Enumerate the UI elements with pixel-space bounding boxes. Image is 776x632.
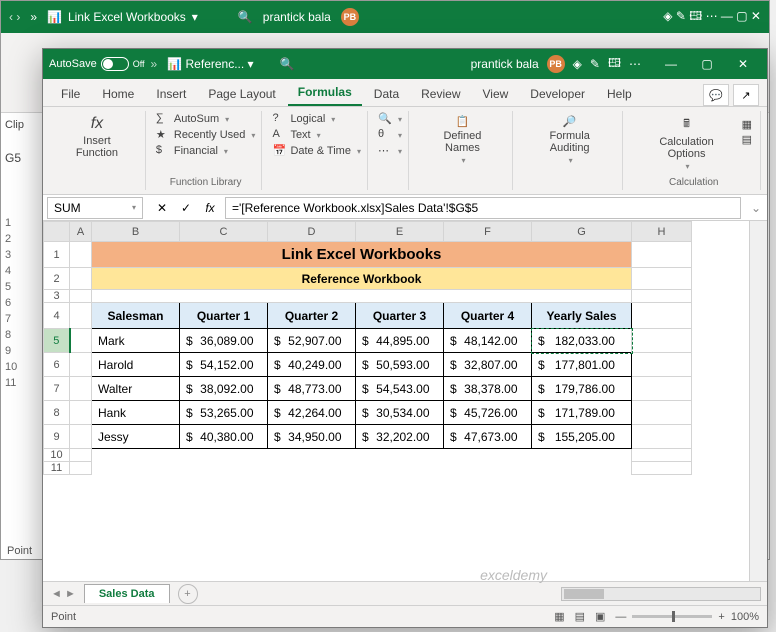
- horizontal-scrollbar[interactable]: [561, 587, 761, 601]
- row-header[interactable]: 4: [44, 303, 70, 329]
- pen-icon[interactable]: ✎: [590, 57, 600, 71]
- autosum-button[interactable]: ∑AutoSum▾: [156, 111, 256, 127]
- vertical-scrollbar[interactable]: [749, 221, 767, 581]
- date-time-button[interactable]: 📅Date & Time▾: [272, 143, 361, 159]
- bg-status: Point: [7, 545, 32, 557]
- autosave-toggle[interactable]: AutoSaveOff: [49, 57, 145, 71]
- bg-avatar[interactable]: PB: [341, 8, 359, 26]
- sheet-tab-bar: ◄ ► Sales Data +: [43, 581, 767, 605]
- lookup-button[interactable]: 🔍▾: [378, 111, 402, 127]
- search-icon[interactable]: 🔍: [280, 57, 295, 71]
- row-header[interactable]: 3: [44, 290, 70, 303]
- ribbon: fxInsert Function ∑AutoSum▾ ★Recently Us…: [43, 107, 767, 195]
- insert-function-button[interactable]: fxInsert Function: [55, 111, 139, 163]
- status-bar: Point ▦ ▤ ▣ — + 100%: [43, 605, 767, 627]
- cancel-formula-button[interactable]: ✕: [151, 197, 173, 219]
- expand-formula-icon[interactable]: ⌄: [745, 201, 767, 215]
- tab-view[interactable]: View: [473, 82, 519, 106]
- fx-button[interactable]: fx: [199, 197, 221, 219]
- selected-cell[interactable]: $182,033.00: [532, 329, 632, 353]
- row-header[interactable]: 5: [44, 329, 70, 353]
- bg-winbtns: ◈ ✎ 🖽 ⋯ — ▢ ✕: [663, 7, 761, 28]
- view-layout-icon[interactable]: ▤: [575, 610, 585, 623]
- title-cell[interactable]: Link Excel Workbooks: [92, 242, 632, 268]
- bg-filename: 📊 Link Excel Workbooks ▾: [47, 10, 198, 24]
- foreground-excel-window: AutoSaveOff » 📊 Referenc... ▾ 🔍 prantick…: [42, 48, 768, 628]
- row-header[interactable]: 10: [44, 449, 70, 462]
- row-header[interactable]: 6: [44, 353, 70, 377]
- defined-names-button[interactable]: 📋Defined Names▾: [419, 111, 506, 169]
- ribbon-tabs: File Home Insert Page Layout Formulas Da…: [43, 79, 767, 107]
- maximize-button[interactable]: ▢: [689, 49, 725, 79]
- view-normal-icon[interactable]: ▦: [554, 610, 564, 623]
- row-header[interactable]: 8: [44, 401, 70, 425]
- function-library-label: Function Library: [156, 177, 256, 190]
- bg-titlebar: ‹ › » 📊 Link Excel Workbooks ▾ 🔍 prantic…: [1, 1, 769, 33]
- view-break-icon[interactable]: ▣: [595, 610, 605, 623]
- financial-button[interactable]: $Financial▾: [156, 143, 256, 159]
- tab-formulas[interactable]: Formulas: [288, 80, 362, 106]
- bg-user: prantick bala: [263, 10, 331, 24]
- status-mode: Point: [51, 611, 76, 623]
- bg-nav-arrows[interactable]: ‹ ›: [9, 10, 20, 24]
- row-header[interactable]: 9: [44, 425, 70, 449]
- diamond-icon[interactable]: ◈: [573, 57, 582, 71]
- formula-bar: SUM▾ ✕ ✓ fx ='[Reference Workbook.xlsx]S…: [43, 195, 767, 221]
- subtitle-cell[interactable]: Reference Workbook: [92, 268, 632, 290]
- more-fn-button[interactable]: ⋯▾: [378, 143, 402, 159]
- tab-review[interactable]: Review: [411, 82, 470, 106]
- logical-button[interactable]: ?Logical▾: [272, 111, 361, 127]
- tab-data[interactable]: Data: [364, 82, 409, 106]
- formula-input[interactable]: ='[Reference Workbook.xlsx]Sales Data'!$…: [225, 197, 741, 219]
- tab-home[interactable]: Home: [92, 82, 144, 106]
- add-sheet-button[interactable]: +: [178, 584, 198, 604]
- calc-options-button[interactable]: 🖩Calculation Options▾: [633, 111, 739, 175]
- calc-now-button[interactable]: ▦: [742, 117, 752, 132]
- text-button[interactable]: AText▾: [272, 127, 361, 143]
- row-header[interactable]: 1: [44, 242, 70, 268]
- share-button[interactable]: ↗: [733, 84, 759, 106]
- spreadsheet-grid[interactable]: ABCDEFGH 1 Link Excel Workbooks 2 Referenc…: [43, 221, 749, 581]
- tab-page-layout[interactable]: Page Layout: [198, 82, 285, 106]
- search-icon[interactable]: 🔍: [238, 10, 253, 24]
- bg-rownums: 1234567891011: [5, 213, 17, 393]
- row-header[interactable]: 7: [44, 377, 70, 401]
- avatar[interactable]: PB: [547, 55, 565, 73]
- row-header[interactable]: 11: [44, 462, 70, 475]
- name-box[interactable]: SUM▾: [47, 197, 143, 219]
- comments-button[interactable]: 💬: [703, 84, 729, 106]
- row-header[interactable]: 2: [44, 268, 70, 290]
- enter-formula-button[interactable]: ✓: [175, 197, 197, 219]
- tab-insert[interactable]: Insert: [146, 82, 196, 106]
- filename: 📊 Referenc... ▾: [167, 57, 253, 71]
- calculation-label: Calculation: [633, 177, 754, 190]
- minimize-button[interactable]: —: [653, 49, 689, 79]
- window-icon[interactable]: 🖽: [608, 54, 621, 75]
- tab-file[interactable]: File: [51, 82, 90, 106]
- calc-sheet-button[interactable]: ▤: [742, 132, 752, 147]
- qat-expand-icon[interactable]: »: [151, 57, 158, 71]
- titlebar: AutoSaveOff » 📊 Referenc... ▾ 🔍 prantick…: [43, 49, 767, 79]
- bg-left-labels: Clip G5: [5, 119, 24, 165]
- sheet-tab[interactable]: Sales Data: [84, 584, 170, 603]
- tab-help[interactable]: Help: [597, 82, 642, 106]
- math-button[interactable]: θ▾: [378, 127, 402, 143]
- tab-developer[interactable]: Developer: [520, 82, 595, 106]
- close-button[interactable]: ✕: [725, 49, 761, 79]
- more-icon[interactable]: ⋯: [629, 57, 641, 71]
- zoom-control[interactable]: — + 100%: [615, 611, 759, 623]
- sheet-nav[interactable]: ◄ ►: [43, 588, 84, 600]
- bg-expand-icon[interactable]: »: [30, 10, 37, 24]
- username: prantick bala: [471, 57, 539, 71]
- recently-used-button[interactable]: ★Recently Used▾: [156, 127, 256, 143]
- column-headers[interactable]: ABCDEFGH: [44, 222, 692, 242]
- formula-auditing-button[interactable]: 🔎Formula Auditing▾: [523, 111, 617, 169]
